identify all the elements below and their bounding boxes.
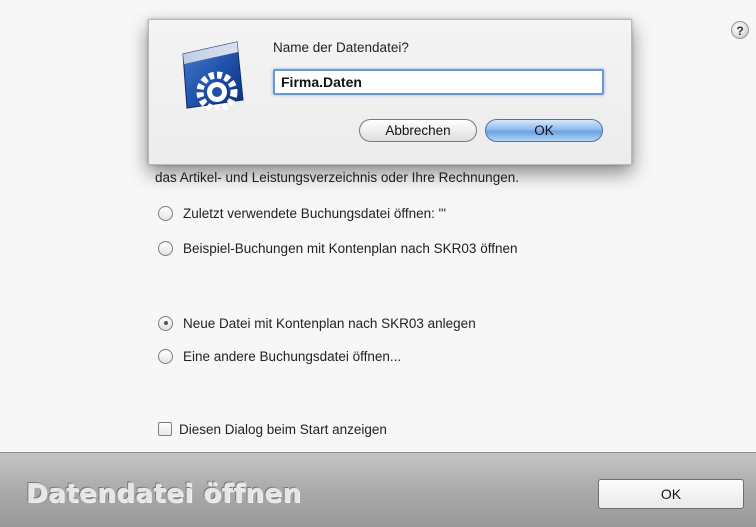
option-label: Beispiel-Buchungen mit Kontenplan nach S… xyxy=(183,240,518,256)
option-sample-bookings[interactable]: Beispiel-Buchungen mit Kontenplan nach S… xyxy=(158,238,517,258)
option-label: Eine andere Buchungsdatei öffnen... xyxy=(183,348,402,364)
intro-text: das Artikel- und Leistungsverzeichnis od… xyxy=(155,170,519,185)
footer-title: Datendatei öffnen xyxy=(26,479,302,509)
ok-button[interactable]: OK xyxy=(485,119,603,142)
option-last-used-file[interactable]: Zuletzt verwendete Buchungsdatei öffnen:… xyxy=(158,203,446,223)
footer-ok-button[interactable]: OK xyxy=(598,479,744,509)
footer-bar: Datendatei öffnen OK xyxy=(0,452,756,527)
radio-new-file[interactable] xyxy=(158,315,173,331)
option-new-file[interactable]: Neue Datei mit Kontenplan nach SKR03 anl… xyxy=(158,313,476,333)
option-other-file[interactable]: Eine andere Buchungsdatei öffnen... xyxy=(158,346,401,366)
show-on-startup-label: Diesen Dialog beim Start anzeigen xyxy=(179,421,387,437)
show-on-startup-checkbox[interactable] xyxy=(158,422,172,436)
option-label: Neue Datei mit Kontenplan nach SKR03 anl… xyxy=(183,315,476,331)
radio-sample-bookings[interactable] xyxy=(158,240,173,256)
cancel-button[interactable]: Abbrechen xyxy=(359,119,477,142)
option-label: Zuletzt verwendete Buchungsdatei öffnen:… xyxy=(183,205,447,221)
radio-last-used-file[interactable] xyxy=(158,205,173,221)
filename-prompt: Name der Datendatei? xyxy=(273,40,409,55)
radio-other-file[interactable] xyxy=(158,348,173,364)
filename-input[interactable] xyxy=(273,69,604,95)
help-button[interactable]: ? xyxy=(731,21,749,39)
filename-sheet: Name der Datendatei? Abbrechen OK xyxy=(148,19,632,165)
show-on-startup-option[interactable]: Diesen Dialog beim Start anzeigen xyxy=(158,419,387,439)
app-icon xyxy=(182,41,244,110)
